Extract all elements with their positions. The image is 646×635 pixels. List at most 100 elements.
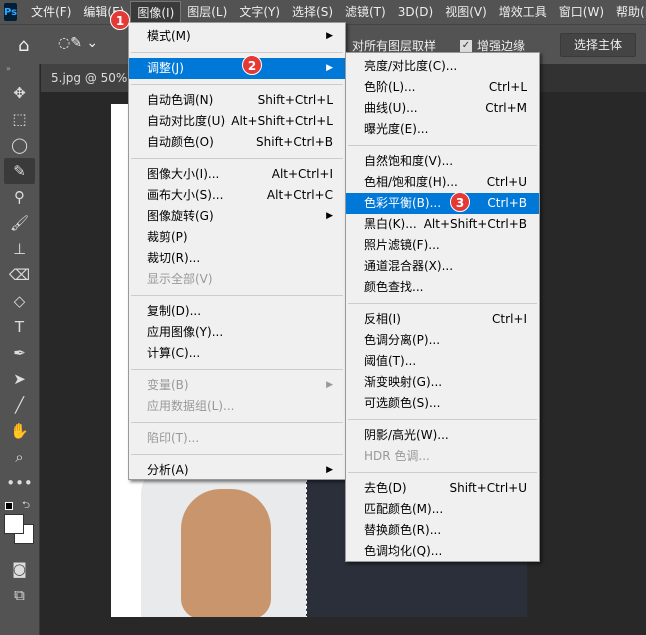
move-icon[interactable]: ✥: [0, 80, 39, 106]
menu-item[interactable]: 可选颜色(S)...: [346, 393, 539, 414]
menu-item-label: 匹配颜色(M)...: [364, 502, 444, 516]
collapse-icon[interactable]: »: [0, 64, 39, 74]
menu-5[interactable]: 选择(S): [286, 1, 339, 23]
menu-item[interactable]: 照片滤镜(F)...: [346, 235, 539, 256]
menu-item[interactable]: 色调分离(P)...: [346, 330, 539, 351]
menu-item-label: 色彩平衡(B)...: [364, 196, 442, 210]
menu-item[interactable]: 计算(C)...: [129, 343, 345, 364]
default-colors-icon[interactable]: [5, 502, 13, 510]
photo-arm: [181, 489, 271, 617]
menu-item[interactable]: 渐变映射(G)...: [346, 372, 539, 393]
menu-item[interactable]: 图像旋转(G) ▶: [129, 206, 345, 227]
menu-item[interactable]: 裁剪(P): [129, 227, 345, 248]
menu-3[interactable]: 图层(L): [181, 1, 233, 23]
menu-item-label: 阈值(T)...: [364, 354, 417, 368]
brush-icon[interactable]: 🖌: [0, 210, 39, 236]
menu-11[interactable]: 帮助(H): [610, 1, 646, 23]
menu-item[interactable]: 替换颜色(R)...: [346, 520, 539, 541]
menu-4[interactable]: 文字(Y): [233, 1, 286, 23]
menu-6[interactable]: 滤镜(T): [339, 1, 392, 23]
pen-icon[interactable]: ✒: [0, 340, 39, 366]
menu-item-label: 色调分离(P)...: [364, 333, 441, 347]
menu-item[interactable]: 自动颜色(O) Shift+Ctrl+B: [129, 132, 345, 153]
marquee-icon[interactable]: ⬚: [0, 106, 39, 132]
quick-select-icon[interactable]: ✎: [4, 158, 35, 184]
menu-item-label: 颜色查找...: [364, 280, 424, 294]
menu-item[interactable]: 颜色查找...: [346, 277, 539, 298]
menu-item[interactable]: 应用图像(Y)...: [129, 322, 345, 343]
menu-item[interactable]: 变量(B) ▶: [129, 375, 345, 396]
menu-item[interactable]: 色彩平衡(B)... Ctrl+B: [346, 193, 539, 214]
quick-mask-icon[interactable]: ◙: [0, 556, 39, 582]
more-tools-icon[interactable]: •••: [0, 470, 39, 496]
menu-item[interactable]: 色调均化(Q)...: [346, 541, 539, 562]
menu-7[interactable]: 3D(D): [392, 1, 439, 23]
menu-10[interactable]: 窗口(W): [553, 1, 610, 23]
hand-icon[interactable]: ✋: [0, 418, 39, 444]
menu-item[interactable]: 分析(A) ▶: [129, 460, 345, 481]
step-badge-2: 2: [242, 55, 262, 75]
menu-item[interactable]: 色阶(L)... Ctrl+L: [346, 77, 539, 98]
quick-select-brush-icon[interactable]: ◌✎ ⌄: [58, 35, 98, 51]
foreground-color-swatch[interactable]: [4, 514, 24, 534]
menu-item[interactable]: 黑白(K)... Alt+Shift+Ctrl+B: [346, 214, 539, 235]
menu-item[interactable]: 自动对比度(U) Alt+Shift+Ctrl+L: [129, 111, 345, 132]
screen-mode-icon[interactable]: ⧉: [0, 582, 39, 608]
checkbox-checked-icon[interactable]: ✓: [460, 39, 472, 52]
menu-item[interactable]: 图像大小(I)... Alt+Ctrl+I: [129, 164, 345, 185]
menu-item[interactable]: 陷印(T)...: [129, 428, 345, 449]
menu-item[interactable]: 阈值(T)...: [346, 351, 539, 372]
menu-item[interactable]: 画布大小(S)... Alt+Ctrl+C: [129, 185, 345, 206]
color-swatches[interactable]: ⮌: [0, 496, 39, 556]
menu-item[interactable]: 自然饱和度(V)...: [346, 151, 539, 172]
lasso-icon[interactable]: ◯: [0, 132, 39, 158]
menu-item[interactable]: 模式(M) ▶: [129, 26, 345, 47]
select-subject-button[interactable]: 选择主体: [560, 33, 636, 57]
menu-item[interactable]: 亮度/对比度(C)...: [346, 56, 539, 77]
menu-8[interactable]: 视图(V): [439, 1, 493, 23]
paint-bucket-icon[interactable]: ◇: [0, 288, 39, 314]
menu-item-label: 曲线(U)...: [364, 101, 418, 115]
menu-item[interactable]: 裁切(R)...: [129, 248, 345, 269]
menu-separator: [131, 158, 343, 159]
menu-0[interactable]: 文件(F): [25, 1, 77, 23]
menu-item-label: 变量(B): [147, 378, 189, 392]
menu-separator: [131, 295, 343, 296]
menu-item-label: HDR 色调...: [364, 449, 430, 463]
menu-9[interactable]: 增效工具: [493, 1, 553, 23]
path-select-icon[interactable]: ➤: [0, 366, 39, 392]
menu-item[interactable]: 反相(I) Ctrl+I: [346, 309, 539, 330]
menu-item-label: 图像大小(I)...: [147, 167, 220, 181]
menu-item[interactable]: 曝光度(E)...: [346, 119, 539, 140]
home-icon[interactable]: ⌂: [18, 35, 29, 56]
menu-item[interactable]: 曲线(U)... Ctrl+M: [346, 98, 539, 119]
menu-item-label: 自动对比度(U): [147, 114, 226, 128]
document-tab[interactable]: 5.jpg @ 50%(...: [41, 64, 141, 92]
menu-item-shortcut: Shift+Ctrl+L: [257, 93, 333, 107]
menu-item[interactable]: 调整(J) ▶: [129, 58, 345, 79]
menu-separator: [131, 369, 343, 370]
swap-colors-icon[interactable]: ⮌: [22, 498, 30, 515]
menu-item[interactable]: 阴影/高光(W)...: [346, 425, 539, 446]
eraser-icon[interactable]: ⌫: [0, 262, 39, 288]
submenu-arrow-icon: ▶: [326, 31, 333, 41]
menu-2[interactable]: 图像(I): [130, 1, 182, 23]
menu-item[interactable]: 色相/饱和度(H)... Ctrl+U: [346, 172, 539, 193]
menu-item-label: 可选颜色(S)...: [364, 396, 441, 410]
menu-item[interactable]: 显示全部(V): [129, 269, 345, 290]
menu-item[interactable]: 去色(D) Shift+Ctrl+U: [346, 478, 539, 499]
menu-item-label: 渐变映射(G)...: [364, 375, 443, 389]
line-icon[interactable]: ╱: [0, 392, 39, 418]
menu-item-label: 自动色调(N): [147, 93, 214, 107]
menu-item[interactable]: 自动色调(N) Shift+Ctrl+L: [129, 90, 345, 111]
menu-item[interactable]: HDR 色调...: [346, 446, 539, 467]
menu-item[interactable]: 匹配颜色(M)...: [346, 499, 539, 520]
menu-item[interactable]: 通道混合器(X)...: [346, 256, 539, 277]
eyedropper-icon[interactable]: ⚲: [0, 184, 39, 210]
zoom-icon[interactable]: ⌕: [0, 444, 39, 470]
menu-item[interactable]: 应用数据组(L)...: [129, 396, 345, 417]
stamp-icon[interactable]: ⊥: [0, 236, 39, 262]
menu-item-shortcut: Alt+Shift+Ctrl+B: [423, 217, 527, 231]
type-icon[interactable]: T: [0, 314, 39, 340]
menu-item[interactable]: 复制(D)...: [129, 301, 345, 322]
